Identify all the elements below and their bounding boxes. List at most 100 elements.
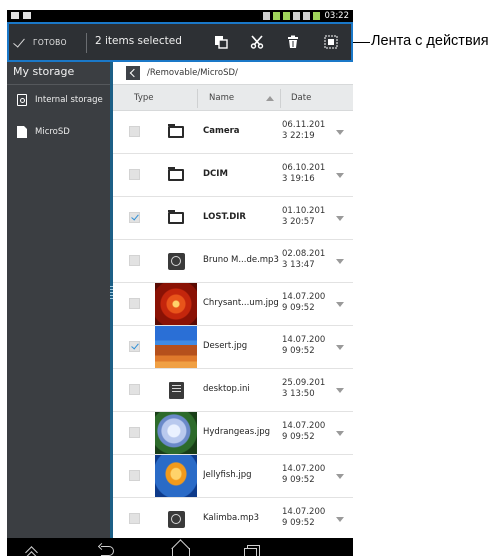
file-row[interactable]: LOST.DIR 01.10.2013 20:57 [113,197,353,240]
text-file-icon [168,381,184,399]
column-header-date[interactable]: Date [291,93,311,103]
file-date: 14.07.2009 09:52 [282,292,326,313]
row-checkbox[interactable] [129,212,140,223]
callout-line [353,42,370,43]
image-thumbnail [155,412,197,454]
sd-icon [292,12,300,20]
delete-button[interactable] [283,32,303,52]
file-browser: /Removable/MicroSD/ Type Name Date Camer… [113,62,353,541]
file-date: 14.07.2009 09:52 [282,335,326,356]
system-nav-bar [7,538,353,556]
row-checkbox[interactable] [129,470,140,481]
column-header-row: Type Name Date [113,84,353,111]
chevron-down-icon[interactable] [336,474,344,479]
app-icon [282,12,290,20]
divider [7,84,110,85]
file-type-cell [155,240,197,282]
sidebar-item-internal-storage[interactable]: Internal storage [7,86,110,114]
image-icon [11,12,19,19]
row-checkbox[interactable] [129,427,140,438]
sidebar-item-microsd[interactable]: MicroSD [7,118,110,146]
file-type-cell [155,412,197,454]
row-checkbox[interactable] [129,298,140,309]
current-path: /Removable/MicroSD/ [147,68,238,78]
done-button[interactable]: ГОТОВО [15,24,67,60]
file-date: 06.11.2013 22:19 [282,120,326,141]
notification-icon [23,12,31,19]
file-name: Hydrangeas.jpg [203,427,271,437]
file-type-cell [155,154,197,196]
chevron-down-icon[interactable] [336,517,344,522]
row-checkbox[interactable] [129,513,140,524]
cut-button[interactable] [247,32,267,52]
row-checkbox[interactable] [129,384,140,395]
file-type-cell [155,197,197,239]
path-bar: /Removable/MicroSD/ [113,62,353,84]
file-name: Kalimba.mp3 [203,513,260,523]
row-checkbox[interactable] [129,341,140,352]
sidebar-item-label: MicroSD [35,127,70,137]
audio-file-icon [167,252,185,270]
column-header-name[interactable]: Name [209,93,234,103]
folder-icon [168,210,184,224]
scissors-icon [250,35,264,49]
file-row[interactable]: Desert.jpg 14.07.2009 09:52 [113,326,353,369]
file-name: Chrysant...um.jpg [203,298,279,308]
file-name: LOST.DIR [203,212,246,222]
row-checkbox[interactable] [129,169,140,180]
vibrate-icon [262,12,270,20]
file-date: 06.10.2013 19:16 [282,163,326,184]
selection-count: 2 items selected [95,35,182,47]
file-row[interactable]: Bruno M...de.mp3 02.08.2013 13:47 [113,240,353,283]
file-row[interactable]: desktop.ini 25.09.2013 13:50 [113,369,353,412]
status-time: 03:22 [324,11,350,21]
chevron-down-icon[interactable] [336,345,344,350]
chevron-up-icon[interactable] [23,544,41,556]
file-type-cell [155,455,197,497]
chevron-down-icon[interactable] [336,130,344,135]
chevron-down-icon[interactable] [336,173,344,178]
file-row[interactable]: Hydrangeas.jpg 14.07.2009 09:52 [113,412,353,455]
file-row[interactable]: Chrysant...um.jpg 14.07.2009 09:52 [113,283,353,326]
file-date: 14.07.2009 09:52 [282,464,326,485]
file-type-cell [155,326,197,368]
file-name: Jellyfish.jpg [203,470,252,480]
file-type-cell [155,369,197,411]
chevron-down-icon[interactable] [336,431,344,436]
row-checkbox[interactable] [129,255,140,266]
folder-icon [168,167,184,181]
home-icon[interactable] [172,548,190,556]
chevron-down-icon[interactable] [336,388,344,393]
file-row[interactable]: Camera 06.11.2013 22:19 [113,111,353,154]
row-checkbox[interactable] [129,126,140,137]
recent-apps-icon[interactable] [243,544,261,556]
select-all-button[interactable] [321,32,341,52]
image-thumbnail [155,283,197,325]
tablet-screen: 03:22 ГОТОВО 2 items selected My storage… [7,10,353,556]
storage-sidebar: My storage Internal storage MicroSD [7,62,110,538]
back-icon[interactable] [99,544,117,556]
file-name: Bruno M...de.mp3 [203,255,279,265]
action-bar-divider [86,33,87,53]
file-name: Camera [203,126,240,136]
column-header-type[interactable]: Type [134,93,154,103]
sort-ascending-icon [266,96,274,101]
page: 03:22 ГОТОВО 2 items selected My storage… [0,0,502,556]
chevron-down-icon[interactable] [336,216,344,221]
file-row[interactable]: Kalimba.mp3 14.07.2009 09:52 [113,498,353,541]
file-date: 14.07.2009 09:52 [282,507,326,528]
copy-button[interactable] [211,32,231,52]
image-thumbnail [155,326,197,368]
file-type-cell [155,283,197,325]
copy-icon [215,36,228,49]
sidebar-title: My storage [13,65,75,78]
file-row[interactable]: DCIM 06.10.2013 19:16 [113,154,353,197]
signal-icon [302,12,310,20]
file-type-cell [155,498,197,540]
file-row[interactable]: Jellyfish.jpg 14.07.2009 09:52 [113,455,353,498]
file-name: desktop.ini [203,384,250,394]
chevron-down-icon[interactable] [336,259,344,264]
file-name: DCIM [203,169,228,179]
back-folder-button[interactable] [126,66,140,80]
chevron-down-icon[interactable] [336,302,344,307]
